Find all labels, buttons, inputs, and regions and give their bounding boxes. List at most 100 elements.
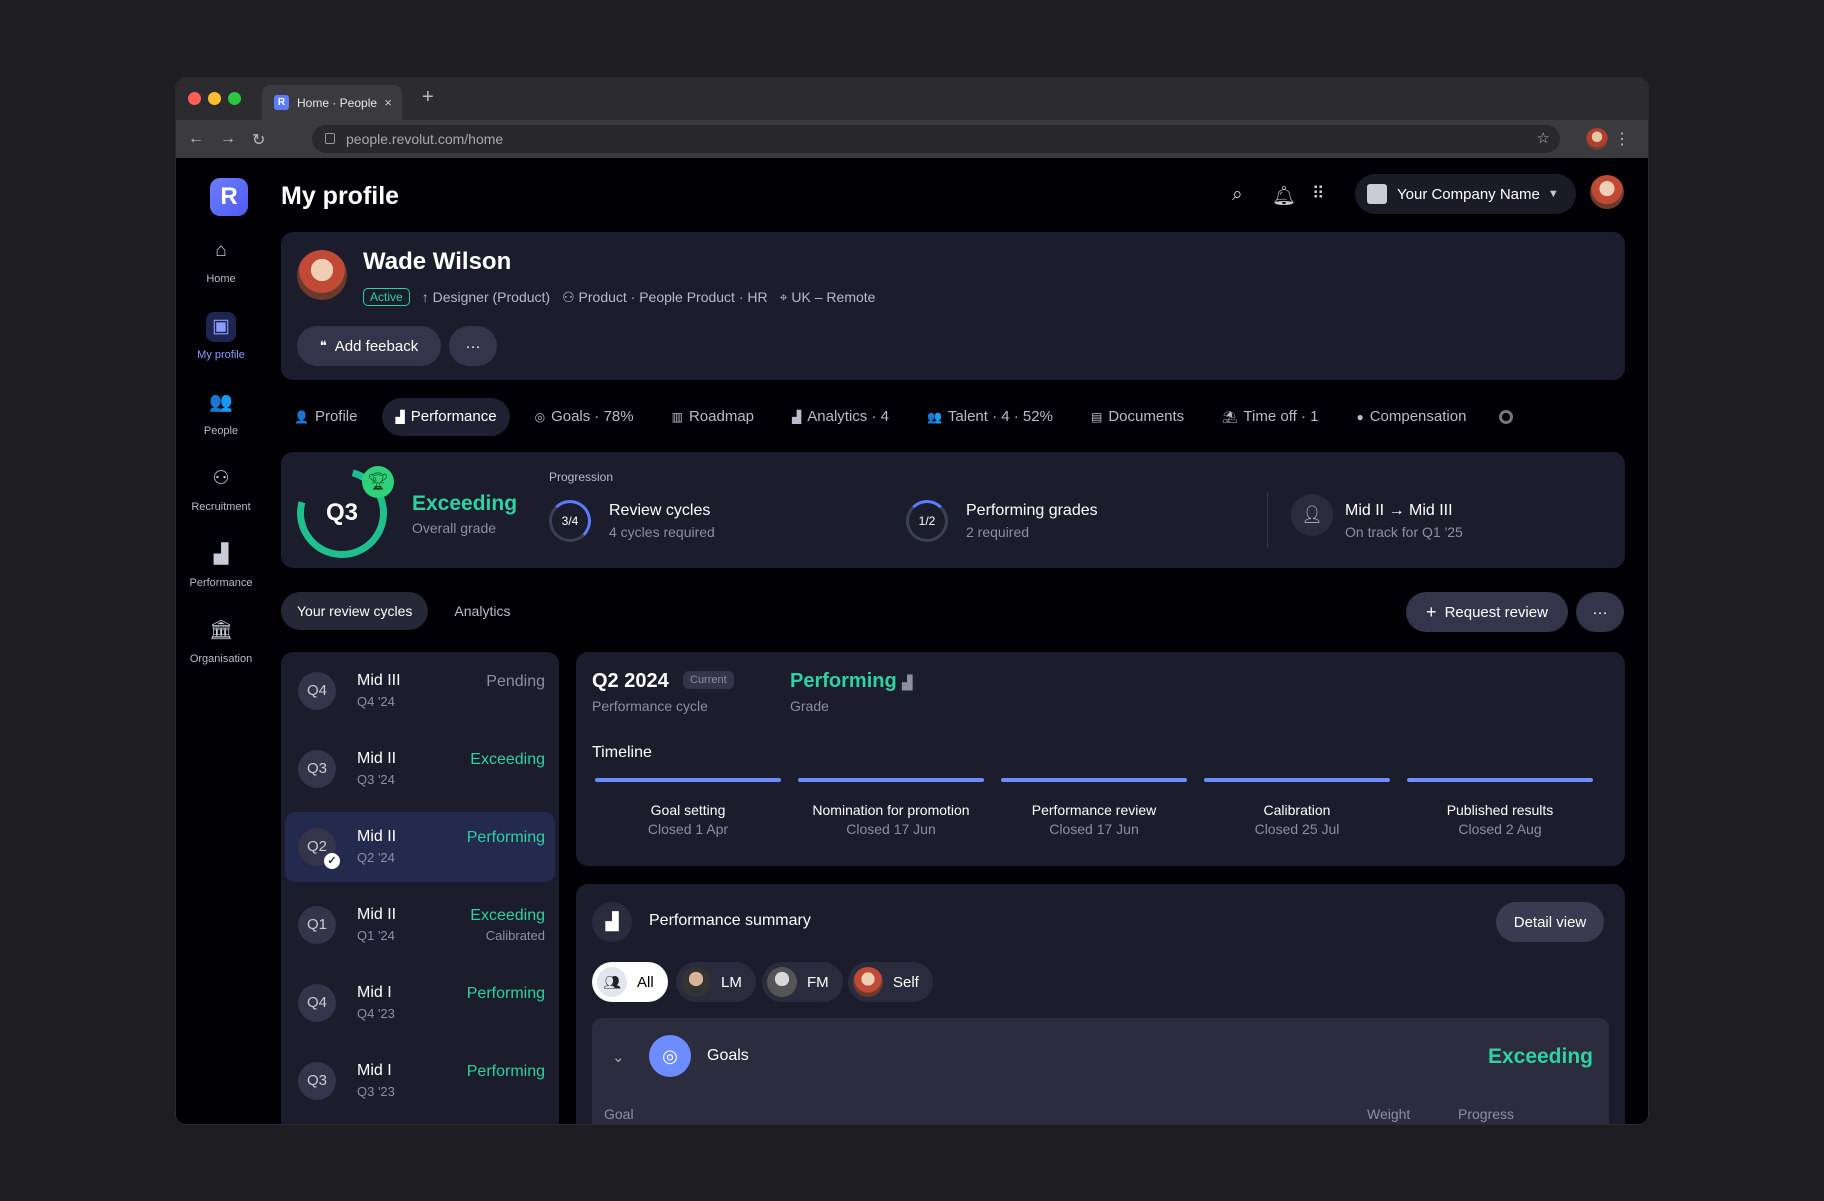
profile-avatar	[297, 250, 347, 300]
tab-compensation[interactable]: ● Compensation	[1343, 398, 1479, 436]
tab-your-review-cycles[interactable]: Your review cycles	[281, 592, 429, 630]
sidebar-item-my-profile[interactable]: ▣ My profile	[176, 312, 266, 361]
sidebar-item-label: Home	[206, 273, 236, 285]
tab-close-icon[interactable]: ×	[384, 95, 392, 110]
chevron-down-icon: ▼	[1547, 188, 1559, 200]
new-tab-button[interactable]: +	[422, 86, 434, 109]
tab-label: Goals · 78%	[551, 408, 634, 425]
revolut-logo[interactable]: R	[210, 178, 248, 216]
quarter-avatar: Q4	[298, 672, 336, 710]
apps-grid-icon[interactable]: ⠿	[1312, 184, 1324, 204]
cycle-level: Mid I	[357, 984, 392, 1001]
cycle-substatus: Calibrated	[485, 928, 545, 943]
maximize-window-button[interactable]	[228, 92, 241, 105]
target-icon: ◎	[649, 1035, 691, 1077]
filter-chip-self[interactable]: Self	[848, 962, 933, 1002]
tab-goals[interactable]: ◎ Goals · 78%	[522, 398, 647, 436]
cycle-level: Mid II	[357, 750, 397, 767]
tab-time-off[interactable]: ⛱ Time off · 1	[1209, 398, 1331, 436]
tab-talent[interactable]: 👥 Talent · 4 · 52%	[914, 398, 1066, 436]
divider	[1267, 492, 1268, 548]
search-icon[interactable]: ⌕	[1232, 184, 1243, 206]
organisation-icon: 🏛	[208, 620, 234, 641]
overall-grade-label: Exceeding	[412, 492, 518, 515]
add-feedback-label: Add feeback	[334, 337, 419, 355]
request-review-button[interactable]: + Request review	[1406, 592, 1568, 632]
browser-profile-avatar[interactable]	[1586, 128, 1608, 150]
timeline-label: Timeline	[592, 744, 652, 761]
sidebar-item-organisation[interactable]: 🏛 Organisation	[176, 616, 266, 665]
company-switcher[interactable]: Your Company Name ▼	[1355, 174, 1576, 214]
list-item[interactable]: Q3 Mid I Q3 '23 Performing	[285, 1046, 555, 1116]
filter-chip-all[interactable]: 👥︎ All	[592, 962, 668, 1002]
cycle-label: Performance cycle	[592, 698, 708, 714]
detail-view-button[interactable]: Detail view	[1496, 902, 1604, 942]
tab-performance[interactable]: ▟ Performance	[382, 398, 510, 436]
tab-analytics[interactable]: ▟ Analytics · 4	[779, 398, 902, 436]
browser-menu-icon[interactable]: ⋮	[1614, 129, 1630, 149]
lock-icon	[325, 133, 335, 144]
people-icon: 👥︎	[597, 967, 627, 997]
cycle-date: Q3 '24	[357, 772, 395, 787]
quarter-avatar: Q3	[298, 750, 336, 788]
cycle-grade-label: Performing	[790, 670, 897, 692]
department-text: ⚇ Product · People Product · HR	[562, 289, 768, 306]
bar-chart-icon: ▟	[902, 675, 913, 690]
request-review-label: Request review	[1444, 603, 1548, 621]
minimize-window-button[interactable]	[208, 92, 221, 105]
review-cycles-ring: 3/4	[549, 500, 591, 542]
reload-icon[interactable]: ↻	[252, 130, 265, 150]
more-tabs-icon[interactable]	[1499, 410, 1514, 424]
forward-arrow-icon[interactable]: →	[220, 130, 236, 148]
cycle-grade: Performing ▟	[790, 670, 912, 693]
list-item[interactable]: Q3 Mid II Q3 '24 Exceeding	[285, 734, 555, 804]
list-item-selected[interactable]: Q2 ✓ Mid II Q2 '24 Performing	[285, 812, 555, 882]
actions-more-button[interactable]: ···	[1576, 592, 1624, 632]
column-header-progress: Progress	[1458, 1106, 1515, 1122]
tab-profile[interactable]: 👤 Profile	[281, 398, 370, 436]
company-name: Your Company Name	[1397, 185, 1540, 203]
url-field[interactable]: people.revolut.com/home ☆	[312, 125, 1560, 153]
tab-label: Performance	[410, 408, 497, 425]
recruitment-icon: ⚇	[212, 468, 230, 489]
grade-caption: Grade	[790, 698, 829, 714]
status-badge: Active	[363, 288, 410, 306]
bookmark-star-icon[interactable]: ☆	[1537, 125, 1550, 153]
filter-chip-lm[interactable]: LM	[676, 962, 756, 1002]
summary-title: Performance summary	[649, 912, 811, 929]
list-item[interactable]: Q1 Mid II Q1 '24 Exceeding Calibrated	[285, 890, 555, 960]
current-badge: Current	[683, 671, 734, 689]
bell-icon[interactable]: 🔔︎	[1272, 184, 1296, 208]
close-window-button[interactable]	[188, 92, 201, 105]
timeline-step: Published results Closed 2 Aug	[1404, 778, 1596, 837]
quarter-avatar: Q4	[298, 984, 336, 1022]
sidebar-item-people[interactable]: 👥 People	[176, 388, 266, 437]
list-item[interactable]: Q4 Mid I Q4 '23 Performing	[285, 968, 555, 1038]
people-icon: 👥	[926, 410, 942, 424]
chip-label: All	[637, 973, 654, 991]
cycle-status: Performing	[466, 829, 545, 846]
performance-icon: ▟	[395, 410, 405, 424]
timeline-bar	[1001, 778, 1187, 782]
cycle-date: Q4 '24	[357, 694, 395, 709]
sidebar-item-recruitment[interactable]: ⚇ Recruitment	[176, 464, 266, 513]
list-item[interactable]: Q4 Mid III Q4 '24 Pending	[285, 656, 555, 726]
app-root: R My profile ⌕ 🔔︎ ⠿ Your Company Name ▼ …	[176, 158, 1648, 1124]
sidebar-item-performance[interactable]: ▟ Performance	[176, 540, 266, 589]
filter-chip-fm[interactable]: FM	[762, 962, 843, 1002]
profile-name: Wade Wilson	[363, 248, 512, 275]
profile-more-button[interactable]: ···	[449, 326, 497, 366]
back-arrow-icon[interactable]: ←	[188, 130, 204, 148]
cycle-level: Mid I	[357, 1062, 392, 1079]
add-feedback-button[interactable]: ❝ Add feeback	[297, 326, 441, 366]
browser-tab[interactable]: R Home · People ×	[262, 85, 402, 120]
tab-documents[interactable]: ▤ Documents	[1078, 398, 1197, 436]
sidebar-item-home[interactable]: ⌂ Home	[176, 236, 266, 285]
tab-roadmap[interactable]: ▥ Roadmap	[659, 398, 767, 436]
user-avatar[interactable]	[1590, 175, 1624, 209]
chevron-down-icon[interactable]: ⌄	[612, 1048, 625, 1066]
progression-title: Progression	[549, 470, 614, 484]
people-icon: 👥	[209, 392, 233, 413]
timeline-step-name: Performance review	[1031, 802, 1157, 818]
tab-analytics-sub[interactable]: Analytics	[438, 592, 526, 630]
